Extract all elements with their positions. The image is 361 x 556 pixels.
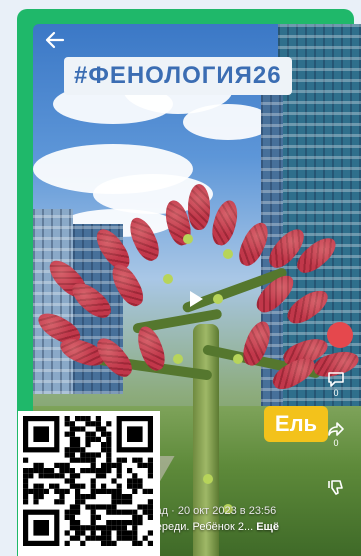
like-badge[interactable] bbox=[327, 322, 353, 348]
fir-cone bbox=[208, 197, 242, 248]
post-meta: сад · 20 окт 2023 в 23:56 bbox=[150, 505, 276, 517]
fir-bud bbox=[203, 474, 213, 484]
fir-bud bbox=[173, 354, 183, 364]
fir-bud bbox=[223, 249, 233, 259]
share-icon bbox=[328, 422, 344, 436]
hashtag-title: #ФЕНОЛОГИЯ26 bbox=[64, 57, 292, 95]
post-description: череди. Ребёнок 2... Ещё bbox=[150, 521, 279, 533]
fir-bud bbox=[163, 274, 173, 284]
species-label: Ель bbox=[264, 406, 328, 442]
shares-count: 0 bbox=[333, 438, 339, 448]
fir-bud bbox=[233, 354, 243, 364]
dislike-icon bbox=[328, 480, 343, 495]
fir-bud bbox=[213, 294, 223, 304]
dislike-button[interactable] bbox=[323, 478, 349, 496]
back-arrow-icon[interactable] bbox=[44, 30, 66, 50]
more-link[interactable]: Ещё bbox=[256, 521, 279, 533]
comments-count: 0 bbox=[333, 388, 339, 398]
description-text: череди. Ребёнок 2... bbox=[150, 521, 254, 533]
fir-cone bbox=[188, 184, 210, 230]
post-date: · 20 окт 2023 в 23:56 bbox=[171, 505, 277, 517]
play-icon[interactable] bbox=[186, 289, 206, 309]
fir-bud bbox=[183, 234, 193, 244]
building-left bbox=[33, 209, 73, 394]
comment-button[interactable]: 0 bbox=[323, 370, 349, 398]
qr-code bbox=[18, 411, 160, 556]
comment-icon bbox=[328, 372, 344, 387]
cloud bbox=[183, 104, 273, 140]
